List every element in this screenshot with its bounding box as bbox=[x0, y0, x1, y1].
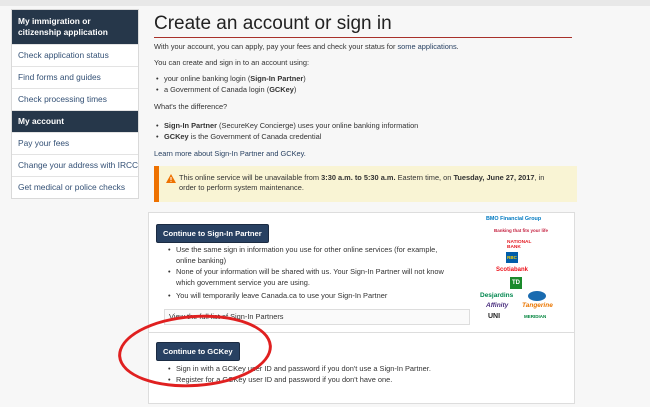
diff-gckey: GCKey is the Government of Canada creden… bbox=[156, 132, 322, 142]
intro-prefix: With your account, you can apply, pay yo… bbox=[154, 42, 396, 51]
learn-more-link[interactable]: Learn more about Sign-In Partner and GCK… bbox=[154, 149, 306, 158]
diff2-bold: GCKey bbox=[164, 132, 189, 141]
sidebar-item-check-status[interactable]: Check application status bbox=[12, 44, 138, 66]
sidebar-item-change-address[interactable]: Change your address with IRCC bbox=[12, 154, 138, 176]
cibc-logo: Banking that fits your life bbox=[494, 228, 549, 233]
uni-logo: UNI bbox=[488, 313, 501, 320]
using-text: You can create and sign in to an account… bbox=[154, 58, 310, 67]
sidebar-nav: My immigration or citizenship applicatio… bbox=[11, 9, 139, 199]
warning-t2: Eastern time, on bbox=[397, 173, 452, 182]
warning-text: This online service will be unavailable … bbox=[179, 173, 569, 193]
warning-date: Tuesday, June 27, 2017 bbox=[453, 173, 535, 182]
sip-bullet-2a: None of your information will be shared … bbox=[168, 267, 444, 277]
diff-sign-in-partner: Sign-In Partner (SecureKey Concierge) us… bbox=[156, 121, 419, 131]
desjardins-logo: Desjardins bbox=[480, 292, 514, 299]
national-bank-logo: NATIONAL BANK bbox=[507, 240, 532, 250]
sip-bullet-3: You will temporarily leave Canada.ca to … bbox=[168, 291, 387, 301]
sidebar-item-pay-fees[interactable]: Pay your fees bbox=[12, 132, 138, 154]
sip-bullet-1a: Use the same sign in information you use… bbox=[168, 245, 437, 255]
option1-prefix: your online banking login ( bbox=[164, 74, 251, 83]
warning-line2: order to perform system maintenance. bbox=[179, 183, 304, 192]
diff2-rest: is the Government of Canada credential bbox=[190, 132, 322, 141]
option2-bold: GCKey bbox=[269, 85, 294, 94]
option2-prefix: a Government of Canada login ( bbox=[164, 85, 270, 94]
warning-t3: , in bbox=[534, 173, 545, 182]
sip-bullet-1b: online banking) bbox=[176, 256, 227, 265]
option1-bold: Sign-In Partner bbox=[250, 74, 304, 83]
continue-sign-in-partner-button[interactable]: Continue to Sign-In Partner bbox=[156, 224, 269, 243]
warning-time: 3:30 a.m. to 5:30 a.m. bbox=[321, 173, 396, 182]
intro-suffix: . bbox=[456, 42, 459, 51]
option2-suffix: ) bbox=[293, 85, 297, 94]
some-applications-link[interactable]: some applications bbox=[397, 42, 456, 51]
sidebar-item-medical-police[interactable]: Get medical or police checks bbox=[12, 176, 138, 198]
scotiabank-logo: Scotiabank bbox=[496, 267, 529, 273]
sip-bullet-2b: which government service you are using. bbox=[176, 278, 310, 287]
main-content: Create an account or sign in With your a… bbox=[148, 0, 624, 404]
affinity-logo: Affinity bbox=[486, 302, 509, 309]
maintenance-warning: This online service will be unavailable … bbox=[154, 166, 577, 202]
td-logo: TD bbox=[510, 277, 522, 289]
sidebar-item-processing-times[interactable]: Check processing times bbox=[12, 88, 138, 110]
diff1-bold: Sign-In Partner bbox=[164, 121, 217, 130]
bmo-logo: BMO Financial Group bbox=[486, 216, 542, 222]
difference-question: What's the difference? bbox=[154, 102, 228, 111]
page-title: Create an account or sign in bbox=[154, 13, 392, 34]
option-sign-in-partner: your online banking login (Sign-In Partn… bbox=[156, 74, 306, 84]
diff1-rest: (SecureKey Concierge) uses your online b… bbox=[219, 121, 419, 130]
option1-suffix: ) bbox=[303, 74, 306, 83]
rbc-logo: RBC bbox=[506, 252, 518, 263]
credit-union-logo bbox=[528, 291, 546, 301]
sidebar-item-my-application[interactable]: My immigration or citizenship applicatio… bbox=[12, 10, 138, 44]
sidebar-item-find-forms[interactable]: Find forms and guides bbox=[12, 66, 138, 88]
intro-text: With your account, you can apply, pay yo… bbox=[154, 42, 459, 52]
sidebar-item-my-account[interactable]: My account bbox=[12, 110, 138, 132]
learn-more-link-wrap: Learn more about Sign-In Partner and GCK… bbox=[154, 149, 306, 159]
title-rule bbox=[154, 37, 572, 38]
option-gckey: a Government of Canada login (GCKey) bbox=[156, 85, 297, 95]
warning-icon bbox=[166, 174, 176, 183]
tangerine-logo: Tangerine bbox=[522, 302, 553, 309]
warning-t1: This online service will be unavailable … bbox=[179, 173, 320, 182]
meridian-logo: MERIDIAN bbox=[524, 314, 547, 319]
